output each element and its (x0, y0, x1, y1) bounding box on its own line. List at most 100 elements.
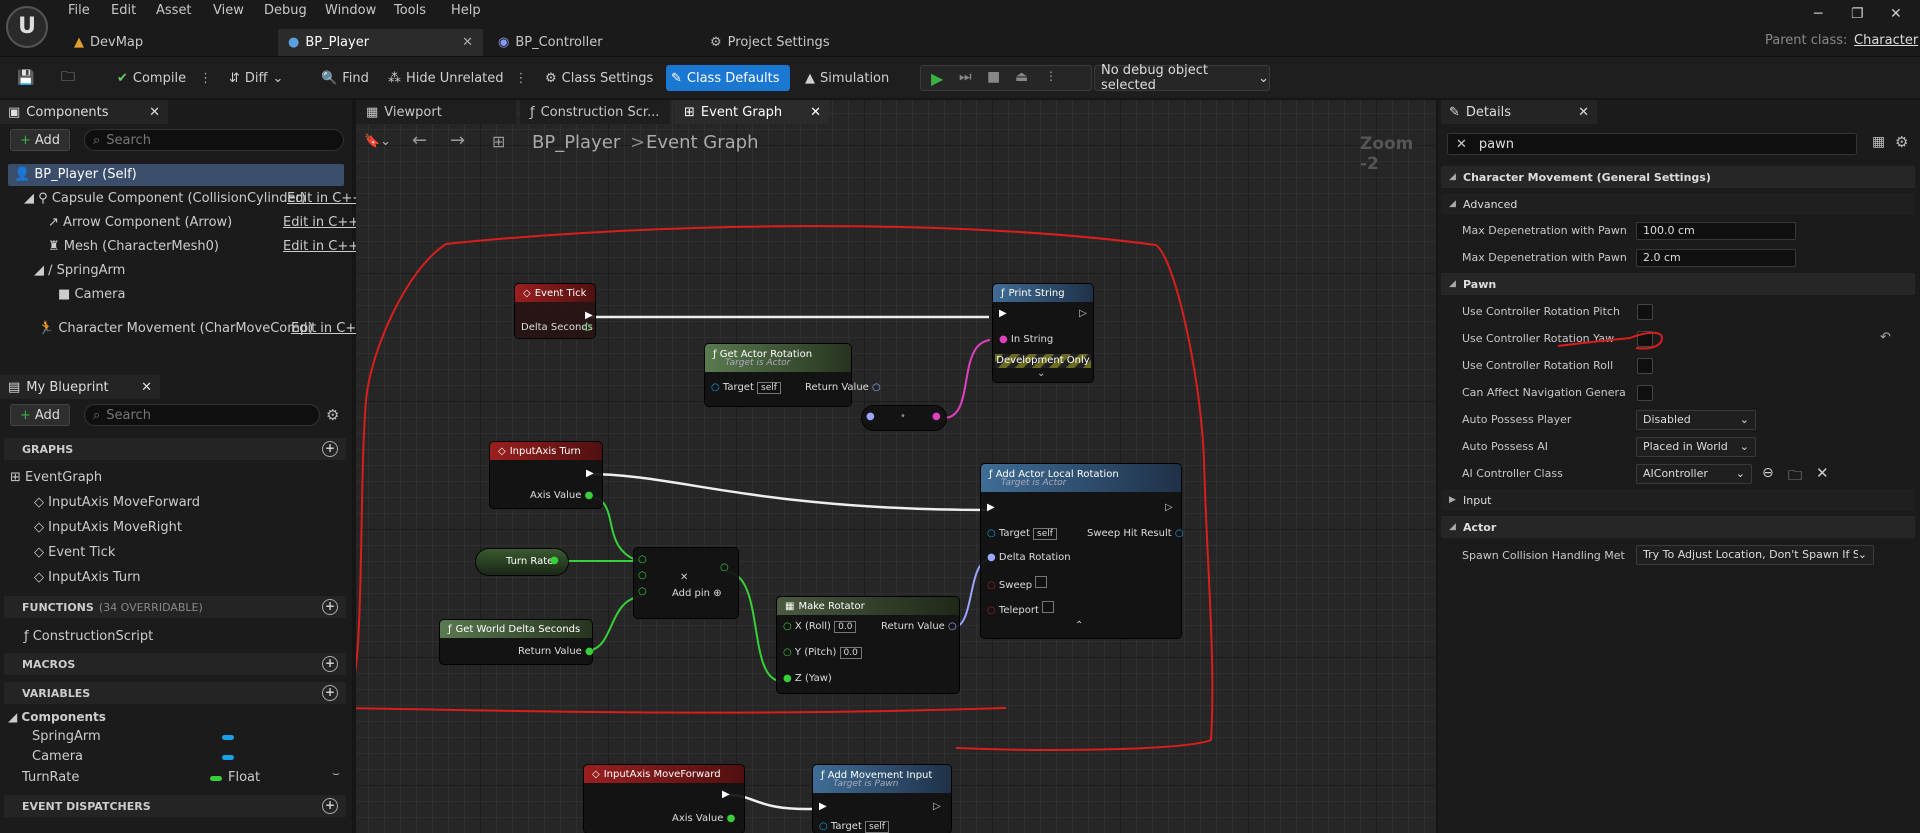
hide-unrelated-button[interactable]: ⁂ Hide Unrelated ⋮ (383, 65, 533, 91)
add-function-icon[interactable]: + (322, 599, 338, 615)
float-pin-icon[interactable]: ○ (638, 586, 647, 597)
edit-cpp-link[interactable]: Edit in C++ (283, 215, 359, 230)
variables-category[interactable]: ◢ Components (8, 710, 106, 724)
menu-tools[interactable]: Tools (394, 3, 426, 18)
use-controller-rotation-pitch-checkbox[interactable] (1637, 304, 1653, 320)
float-pin-icon[interactable]: ○ (583, 322, 592, 333)
pin-z-yaw[interactable]: ● Z (Yaw) (783, 673, 832, 684)
auto-possess-player-dropdown[interactable]: Disabled ⌄ (1636, 410, 1756, 430)
variable-turnrate[interactable]: TurnRate (22, 770, 79, 785)
exec-in-pin-icon[interactable]: ▶ (987, 502, 995, 513)
pin-sweep[interactable]: ○ Sweep (987, 576, 1048, 591)
max-depenetration-pawn2-field[interactable]: 2.0 cm (1636, 249, 1796, 267)
graph-item[interactable]: ◇ InputAxis MoveForward (34, 495, 200, 510)
add-variable-icon[interactable]: + (322, 685, 338, 701)
section-input[interactable]: ▶ Input (1441, 489, 1915, 511)
function-construction-script[interactable]: ƒ ConstructionScript (24, 629, 153, 644)
pin-delta-rotation[interactable]: ● Delta Rotation (987, 552, 1071, 563)
node-inputaxis-moveforward[interactable]: ◇ InputAxis MoveForward ▶ Axis Value ● (584, 765, 744, 833)
exec-pin-icon[interactable]: ▶ (586, 468, 594, 479)
exec-in-pin-icon[interactable]: ▶ (819, 801, 827, 812)
spawn-collision-dropdown[interactable]: Try To Adjust Location, Don't Spawn If S… (1636, 545, 1874, 565)
settings-icon[interactable]: ⚙ (1895, 133, 1908, 151)
component-capsule[interactable]: ◢ ⚲ Capsule Component (CollisionCylinder… (24, 191, 306, 206)
clear-search-icon[interactable]: ✕ (1456, 137, 1467, 152)
exec-out-pin-icon[interactable]: ▷ (1165, 502, 1173, 513)
collapse-icon[interactable]: ◢ (24, 191, 34, 206)
node-add-movement-input[interactable]: ƒ Add Movement Input Target is Pawn ▶ ▷ … (813, 765, 951, 833)
pin-axis-value[interactable]: Axis Value ● (530, 490, 593, 501)
graph-item[interactable]: ◇ InputAxis MoveRight (34, 520, 182, 535)
pin-in-string[interactable]: ● In String (999, 334, 1053, 345)
component-self[interactable]: 👤 BP_Player (Self) (8, 164, 344, 186)
menu-file[interactable]: File (68, 3, 90, 18)
tab-bp-player[interactable]: ● BP_Player ✕ (278, 29, 483, 56)
class-settings-button[interactable]: ⚙ Class Settings (540, 65, 658, 91)
pin-return-value[interactable]: Return Value ○ (881, 621, 957, 632)
pin-teleport[interactable]: ○ Teleport (987, 601, 1055, 616)
details-tab[interactable]: ✎ Details ✕ (1441, 100, 1597, 124)
pin-return-value[interactable]: Return Value ● (518, 646, 594, 657)
step-icon[interactable]: ⏭ (959, 69, 972, 85)
collapse-icon[interactable]: ◢ (8, 710, 17, 724)
close-icon[interactable]: ✕ (1578, 105, 1589, 120)
graph-item[interactable]: ◇ InputAxis Turn (34, 570, 140, 585)
variable-springarm[interactable]: SpringArm (32, 729, 101, 744)
collapse-icon[interactable]: ◢ (34, 263, 44, 278)
pin-return-value[interactable]: Return Value ○ (805, 382, 881, 393)
ai-controller-class-dropdown[interactable]: AIController ⌄ (1636, 464, 1752, 484)
self-field[interactable]: self (1033, 528, 1057, 540)
node-inputaxis-turn[interactable]: ◇ InputAxis Turn ▶ Axis Value ● (490, 442, 602, 508)
component-character-movement[interactable]: 🏃 Character Movement (CharMoveComp) (38, 321, 313, 336)
node-get-world-delta-seconds[interactable]: ƒ Get World Delta Seconds Return Value ● (440, 620, 594, 664)
add-member-button[interactable]: + Add (10, 404, 70, 426)
y-value-field[interactable]: 0.0 (839, 647, 862, 659)
teleport-checkbox[interactable] (1042, 601, 1055, 613)
use-selected-icon[interactable]: ⊖ (1762, 465, 1774, 481)
menu-debug[interactable]: Debug (264, 3, 307, 18)
edit-cpp-link[interactable]: Edit in C++ (283, 239, 359, 254)
table-view-icon[interactable]: ▦ (1872, 134, 1885, 150)
exec-out-pin-icon[interactable]: ▷ (933, 801, 941, 812)
string-pin-icon[interactable]: ● (932, 411, 941, 422)
exec-pin-icon[interactable]: ▶ (585, 310, 593, 321)
exec-in-pin-icon[interactable]: ▶ (999, 308, 1007, 319)
graph-eventgraph[interactable]: ⊞ EventGraph (10, 470, 102, 485)
node-make-rotator[interactable]: ▦ Make Rotator ○ X (Roll) 0.0 ○ Y (Pitch)… (777, 597, 959, 693)
tab-bp-controller[interactable]: ◉ BP_Controller (488, 29, 693, 56)
auto-possess-ai-dropdown[interactable]: Placed in World ⌄ (1636, 437, 1756, 457)
save-icon[interactable]: 💾 (12, 65, 39, 91)
more-icon[interactable]: ⋮ (515, 71, 528, 86)
my-blueprint-tab[interactable]: ▤ My Blueprint ✕ (0, 375, 160, 399)
x-value-field[interactable]: 0.0 (834, 621, 857, 633)
components-search-input[interactable]: ⌕ Search (84, 129, 344, 151)
macros-section[interactable]: MACROS + (4, 653, 346, 675)
component-arrow[interactable]: ↗ Arrow Component (Arrow) (48, 215, 232, 230)
class-defaults-button[interactable]: ✎ Class Defaults (666, 65, 790, 91)
maximize-icon[interactable]: ❐ (1851, 6, 1864, 22)
node-event-tick[interactable]: ◇ Event Tick Delta Seconds ○ ▶ (515, 284, 595, 338)
unreal-logo-icon[interactable]: U (6, 6, 48, 48)
graphs-section[interactable]: GRAPHS + (4, 438, 346, 460)
add-graph-icon[interactable]: + (322, 441, 338, 457)
menu-window[interactable]: Window (325, 3, 376, 18)
section-actor[interactable]: ◢ Actor (1441, 516, 1915, 538)
max-depenetration-pawn-field[interactable]: 100.0 cm (1636, 222, 1796, 240)
eject-icon[interactable]: ⏏ (1015, 69, 1028, 85)
pin-axis-value[interactable]: Axis Value ● (672, 813, 735, 824)
node-print-string[interactable]: ƒ Print String ▶ ▷ ● In String Developmen… (993, 284, 1093, 382)
section-character-movement[interactable]: ◢ Character Movement (General Settings) (1441, 166, 1915, 188)
edit-cpp-link[interactable]: Edit in C+ (291, 321, 356, 336)
self-field[interactable]: self (757, 382, 781, 394)
collapse-icon[interactable]: ⌃ (1075, 620, 1083, 631)
menu-edit[interactable]: Edit (111, 3, 136, 18)
component-mesh[interactable]: ♜ Mesh (CharacterMesh0) (48, 239, 219, 254)
compile-button[interactable]: ✔ Compile ⋮ (112, 65, 217, 91)
self-field[interactable]: self (865, 821, 889, 833)
section-pawn[interactable]: ◢ Pawn (1441, 273, 1915, 295)
reset-to-default-icon[interactable]: ↶ (1880, 330, 1891, 345)
node-conversion[interactable]: ● • ● (862, 406, 946, 430)
float-pin-icon[interactable]: ● (550, 555, 559, 566)
visibility-icon[interactable]: ⌣ (332, 766, 340, 781)
variable-camera[interactable]: Camera (32, 749, 83, 764)
